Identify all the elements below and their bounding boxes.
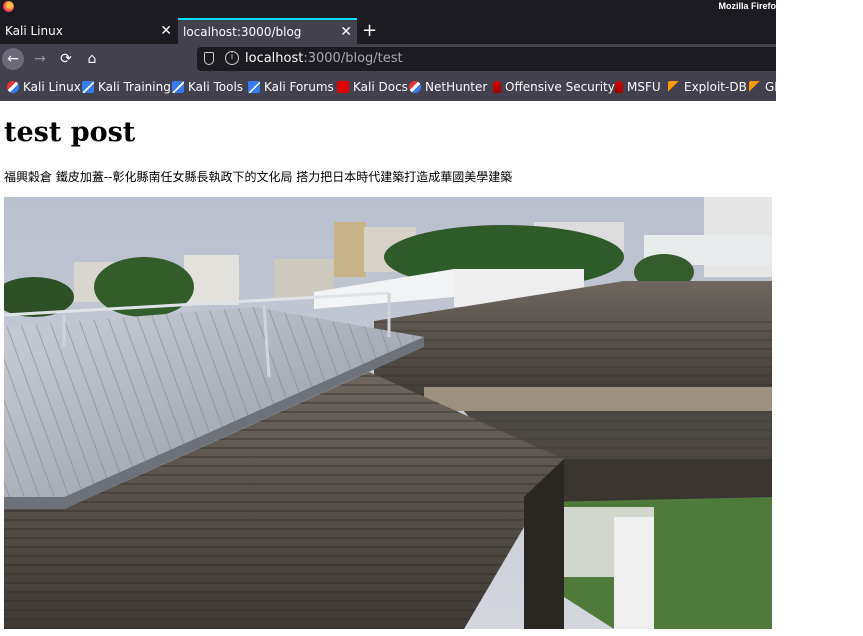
url-path: :3000/blog/test xyxy=(303,51,403,66)
close-tab-icon[interactable]: ✕ xyxy=(340,20,352,44)
bookmark-kali-forums[interactable]: Kali Forums xyxy=(248,74,334,101)
post-photo xyxy=(4,197,772,629)
docs-icon xyxy=(337,81,349,93)
back-button[interactable]: ← xyxy=(2,48,24,70)
bookmark-label: Exploit-DB xyxy=(684,80,747,94)
new-tab-button[interactable]: + xyxy=(362,18,377,44)
nethunter-icon xyxy=(409,81,421,93)
forward-button[interactable]: → xyxy=(29,48,51,70)
bookmark-kali-training[interactable]: Kali Training xyxy=(82,74,171,101)
tab-blog[interactable]: localhost:3000/blog ✕ xyxy=(178,18,357,44)
bookmark-exploit-db[interactable]: Exploit-DB xyxy=(668,74,747,101)
reload-button[interactable]: ⟳ xyxy=(55,48,77,70)
url-host: localhost xyxy=(245,51,304,66)
bookmark-label: Kali Forums xyxy=(264,80,334,94)
bookmark-nethunter[interactable]: NetHunter xyxy=(409,74,487,101)
bookmark-msfu[interactable]: MSFU xyxy=(615,74,661,101)
msfu-icon xyxy=(615,81,623,93)
bookmark-ghdb[interactable]: GH xyxy=(749,74,776,101)
bookmarks-toolbar: Kali Linux Kali Training Kali Tools Kali… xyxy=(0,74,776,101)
browser-chrome: Mozilla Firefo Kali Linux ✕ localhost:30… xyxy=(0,0,776,101)
bookmark-label: Kali Training xyxy=(98,80,171,94)
bookmark-kali-docs[interactable]: Kali Docs xyxy=(337,74,408,101)
window-title: Mozilla Firefo xyxy=(718,1,776,11)
close-tab-icon[interactable]: ✕ xyxy=(160,18,172,44)
home-button[interactable]: ⌂ xyxy=(81,48,103,70)
offsec-icon xyxy=(493,81,501,93)
ghdb-icon xyxy=(749,81,761,93)
forums-icon xyxy=(248,81,260,93)
bookmark-label: Kali Tools xyxy=(188,80,244,94)
post-body: 福興穀倉 鐵皮加蓋--彰化縣南任女縣長執政下的文化局 搭力把日本時代建築打造成華… xyxy=(4,170,513,184)
tab-label: localhost:3000/blog xyxy=(183,25,302,39)
url-bar[interactable]: i localhost:3000/blog/test xyxy=(197,47,776,71)
post-title: test post xyxy=(4,117,136,148)
bookmark-label: MSFU xyxy=(627,80,661,94)
tools-icon xyxy=(172,81,184,93)
site-info-icon[interactable]: i xyxy=(225,51,239,65)
bookmark-label: Offensive Security xyxy=(505,80,615,94)
tab-label: Kali Linux xyxy=(5,24,63,38)
navigation-bar: ← → ⟳ ⌂ i localhost:3000/blog/test xyxy=(0,44,776,74)
bookmark-offensive-security[interactable]: Offensive Security xyxy=(493,74,615,101)
title-bar: Mozilla Firefo xyxy=(0,0,776,14)
bookmark-label: NetHunter xyxy=(425,80,488,94)
tab-bar: Kali Linux ✕ localhost:3000/blog ✕ + xyxy=(0,14,776,44)
exploit-icon xyxy=(668,81,680,93)
bookmark-kali-tools[interactable]: Kali Tools xyxy=(172,74,243,101)
rooftop-photo xyxy=(4,197,772,629)
url-text[interactable]: localhost:3000/blog/test xyxy=(245,47,403,71)
tab-kali-linux[interactable]: Kali Linux ✕ xyxy=(0,18,177,44)
training-icon xyxy=(82,81,94,93)
bookmark-label: Kali Docs xyxy=(353,80,408,94)
tracking-shield-icon[interactable] xyxy=(204,52,214,65)
bookmark-label: GH xyxy=(765,80,776,94)
bookmark-label: Kali Linux xyxy=(23,80,81,94)
kali-icon xyxy=(7,81,19,93)
firefox-logo-icon xyxy=(3,1,14,12)
bookmark-kali-linux[interactable]: Kali Linux xyxy=(7,74,81,101)
